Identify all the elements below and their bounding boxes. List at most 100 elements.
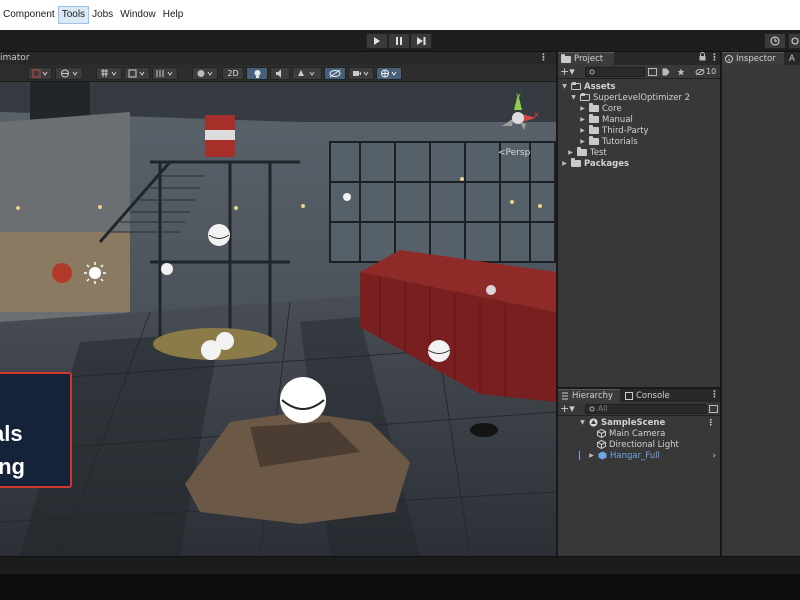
eye-slash-icon (329, 69, 341, 78)
search-button[interactable] (788, 33, 800, 49)
tab-console[interactable]: Console (622, 389, 678, 402)
tree-item-packages[interactable]: ▶ Packages (561, 158, 629, 169)
tree-item-label: SuperLevelOptimizer 2 (593, 92, 691, 103)
main-toolbar (0, 30, 800, 52)
create-plus-icon[interactable]: +▾ (560, 402, 575, 415)
folder-open-icon (580, 93, 590, 101)
tab-inspector[interactable]: Inspector (722, 52, 784, 65)
chevron-right-icon[interactable]: ▶ (579, 116, 586, 123)
effects-dropdown[interactable] (292, 67, 322, 80)
inspector-body (722, 65, 800, 556)
gameobject-cube-icon (597, 429, 606, 438)
chevron-right-icon[interactable]: ▶ (579, 105, 586, 112)
camera-icon (353, 71, 369, 76)
search-options-icon[interactable] (709, 405, 718, 413)
hierarchy-search-placeholder: All (598, 404, 608, 413)
perspective-label[interactable]: <Persp (498, 148, 530, 158)
increment-snap-dropdown[interactable] (152, 67, 178, 80)
2d-toggle-button[interactable]: 2D (222, 67, 244, 80)
menu-window[interactable]: Window (117, 7, 159, 23)
search-icon (589, 406, 595, 412)
pause-button[interactable] (388, 33, 410, 49)
tree-item-third-party[interactable]: ▶ Third-Party (579, 125, 649, 136)
folder-open-icon (571, 82, 581, 90)
2d-toggle-label: 2D (227, 69, 239, 78)
gizmos-dropdown[interactable] (376, 67, 402, 80)
hierarchy-more-icon[interactable]: ⋮ (710, 389, 719, 402)
search-by-label-icon[interactable] (662, 68, 670, 76)
scene-name-label: SampleScene (601, 417, 666, 428)
scene-tab-title[interactable]: imator (0, 52, 30, 65)
tree-item-superleveloptimizer[interactable]: ▼ SuperLevelOptimizer 2 (570, 92, 690, 103)
title-card-line-1: : (0, 384, 25, 417)
scene-more-icon[interactable]: ⋮ (707, 418, 716, 428)
create-plus-icon[interactable]: +▾ (560, 65, 575, 78)
step-button[interactable] (410, 33, 432, 49)
tree-item-main-camera[interactable]: Main Camera (597, 428, 665, 439)
tree-item-assets[interactable]: ▼ Assets (561, 81, 615, 92)
chevron-right-icon[interactable]: ▶ (567, 149, 574, 156)
tree-item-directional-light[interactable]: Directional Light (597, 439, 679, 450)
project-more-icon[interactable]: ⋮ (710, 52, 719, 65)
history-icon (770, 36, 780, 46)
project-search-input[interactable] (585, 67, 645, 77)
step-icon (416, 37, 425, 45)
search-by-type-icon[interactable] (648, 68, 657, 76)
tab-project[interactable]: Project (558, 52, 614, 65)
snap-dropdown[interactable] (124, 67, 150, 80)
scene-viewport[interactable]: y x <Persp : als ing (0, 82, 556, 556)
shading-mode-dropdown[interactable] (192, 67, 218, 80)
hierarchy-search-input[interactable]: All (585, 404, 707, 414)
chevron-right-icon[interactable]: ▶ (579, 138, 586, 145)
folder-icon (589, 125, 599, 134)
favorite-icon[interactable] (677, 68, 685, 76)
tree-item-label: Tutorials (602, 136, 638, 147)
tree-item-label: Core (602, 103, 622, 114)
grid-toggle-dropdown[interactable] (96, 67, 122, 80)
info-icon (725, 55, 733, 63)
chevron-down-icon[interactable]: ▼ (579, 419, 586, 426)
play-button[interactable] (366, 33, 388, 49)
console-tab-label: Console (636, 390, 670, 401)
menu-help[interactable]: Help (160, 7, 187, 23)
audio-toggle-button[interactable] (270, 67, 290, 80)
hidden-objects-toggle[interactable] (324, 67, 346, 80)
pause-icon (396, 37, 402, 45)
draw-mode-dropdown[interactable] (28, 67, 52, 80)
menu-jobs[interactable]: Jobs (89, 7, 116, 23)
tab-second[interactable]: A (786, 52, 800, 65)
lighting-toggle-button[interactable] (246, 67, 268, 80)
open-prefab-chevron-icon[interactable]: › (712, 451, 716, 461)
tab-hierarchy[interactable]: Hierarchy (558, 389, 620, 402)
global-toggle-dropdown[interactable] (55, 67, 83, 80)
menu-component[interactable]: Component (0, 7, 58, 23)
tree-item-core[interactable]: ▶ Core (579, 103, 622, 114)
inspector-tab-label: Inspector (736, 54, 776, 64)
chevron-right-icon[interactable]: ▶ (561, 160, 568, 167)
chevron-down-icon[interactable]: ▼ (561, 83, 568, 90)
tree-item-test[interactable]: ▶ Test (567, 147, 607, 158)
light-bulb-icon (254, 69, 260, 78)
hidden-packages-count: 10 (706, 67, 717, 76)
folder-icon (589, 114, 599, 123)
chevron-right-icon[interactable]: ▶ (588, 452, 595, 459)
hierarchy-icon (562, 392, 568, 400)
tree-item-samplescene[interactable]: ▼ SampleScene ⋮ (579, 417, 719, 428)
play-icon (374, 37, 380, 45)
hidden-packages-icon[interactable] (695, 68, 705, 76)
scene-more-icon[interactable]: ⋮ (539, 52, 548, 65)
menu-tools[interactable]: Tools (57, 6, 90, 24)
tree-item-manual[interactable]: ▶ Manual (579, 114, 633, 125)
tree-item-label: Manual (602, 114, 633, 125)
tree-item-tutorials[interactable]: ▶ Tutorials (579, 136, 638, 147)
hierarchy-tree: ▼ SampleScene ⋮ Main Camera Directional … (558, 416, 720, 556)
chevron-down-icon[interactable]: ▼ (570, 94, 577, 101)
chevron-right-icon[interactable]: ▶ (579, 127, 586, 134)
hierarchy-tab-bar: Hierarchy Console ⋮ (558, 389, 720, 402)
tree-item-hangar-full[interactable]: ▶ Hangar_Full › (588, 450, 718, 461)
unity-scene-icon (589, 418, 598, 427)
history-button[interactable] (764, 33, 786, 49)
camera-settings-dropdown[interactable] (348, 67, 374, 80)
effects-icon (298, 70, 315, 76)
lock-icon[interactable] (699, 52, 706, 66)
